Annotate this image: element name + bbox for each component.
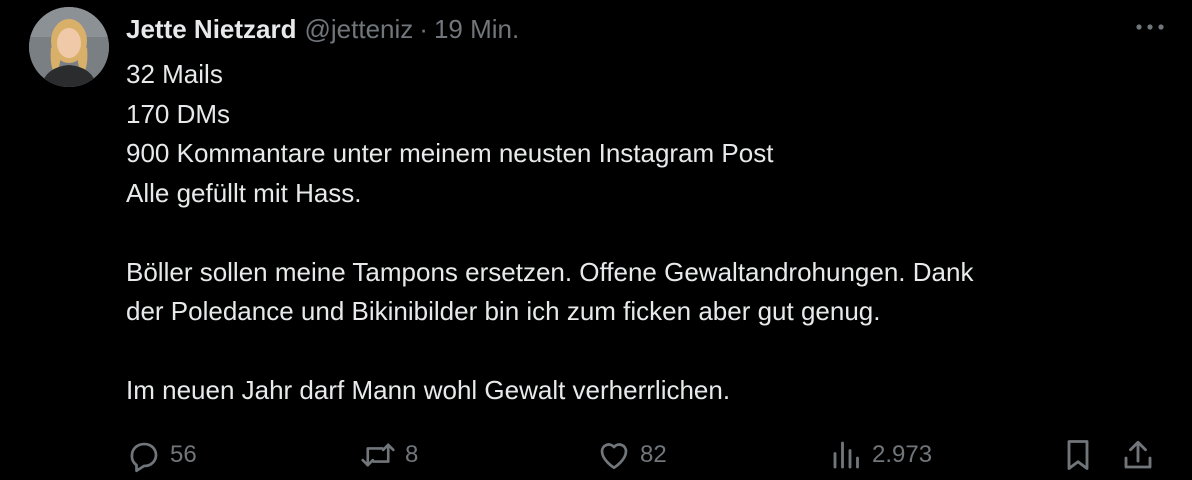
tweet-text: 32 Mails 170 DMs 900 Kommantare unter me… <box>126 55 1156 411</box>
reply-button[interactable]: 56 <box>126 434 197 476</box>
tweet-text-line: der Poledance und Bikinibilder bin ich z… <box>126 296 881 326</box>
views-count: 2.973 <box>872 441 933 468</box>
repost-count: 8 <box>405 441 419 468</box>
tweet-timestamp[interactable]: 19 Min. <box>434 14 519 45</box>
more-dots-icon[interactable] <box>1130 10 1170 44</box>
header-separator: · <box>419 13 428 44</box>
author-name[interactable]: Jette Nietzard <box>126 14 297 45</box>
tweet-header: Jette Nietzard @jetteniz · 19 Min. <box>126 12 519 46</box>
tweet-text-line: 170 DMs <box>126 98 231 129</box>
avatar[interactable] <box>29 7 109 87</box>
tweet-text-line: 900 Kommantare unter meinem neusten Inst… <box>126 138 774 168</box>
repost-button[interactable]: 8 <box>359 434 418 476</box>
views-icon <box>830 437 864 473</box>
tweet-text-line: Alle gefüllt mit Hass. <box>126 177 362 208</box>
like-count: 82 <box>640 441 667 468</box>
share-button[interactable] <box>1120 434 1156 476</box>
reply-count: 56 <box>170 441 197 468</box>
tweet-actions: 56 8 82 2.973 <box>126 434 1166 476</box>
paragraph-break <box>126 213 1156 253</box>
bookmark-icon <box>1061 437 1095 473</box>
reply-icon <box>126 437 162 473</box>
tweet-text-line: Im neuen Jahr darf Mann wohl Gewalt verh… <box>126 375 731 405</box>
views-button[interactable]: 2.973 <box>830 434 932 476</box>
author-handle[interactable]: @jetteniz <box>305 14 414 45</box>
share-icon <box>1120 437 1156 473</box>
tweet: Jette Nietzard @jetteniz · 19 Min. 32 Ma… <box>0 0 1192 480</box>
heart-icon <box>596 437 632 473</box>
paragraph-break <box>126 332 1156 372</box>
tweet-text-line: Böller sollen meine Tampons ersetzen. Of… <box>126 256 974 287</box>
bookmark-button[interactable] <box>1061 434 1095 476</box>
like-button[interactable]: 82 <box>596 434 667 476</box>
repost-icon <box>359 437 397 473</box>
tweet-text-line: 32 Mails <box>126 59 223 89</box>
